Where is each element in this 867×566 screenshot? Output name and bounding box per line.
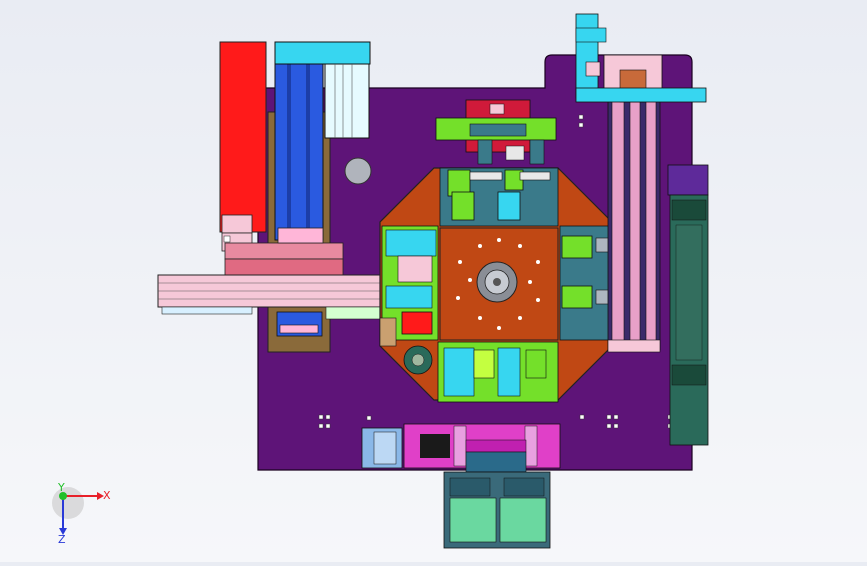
- z-axis-label: Z: [58, 533, 66, 546]
- y-axis-label: Y: [58, 481, 65, 494]
- axis-motor: [324, 63, 370, 139]
- blue-linear-axis: [274, 61, 324, 241]
- red-carriage: [219, 41, 267, 233]
- assembly-top-view: [52, 13, 709, 549]
- cad-viewport[interactable]: X Y Z: [0, 0, 867, 562]
- x-axis-label: X: [103, 489, 111, 502]
- coordinate-triad: [52, 487, 104, 535]
- plate-bore: [344, 157, 372, 185]
- side-conveyor-top: [667, 164, 709, 196]
- axis-end-cap: [274, 41, 371, 65]
